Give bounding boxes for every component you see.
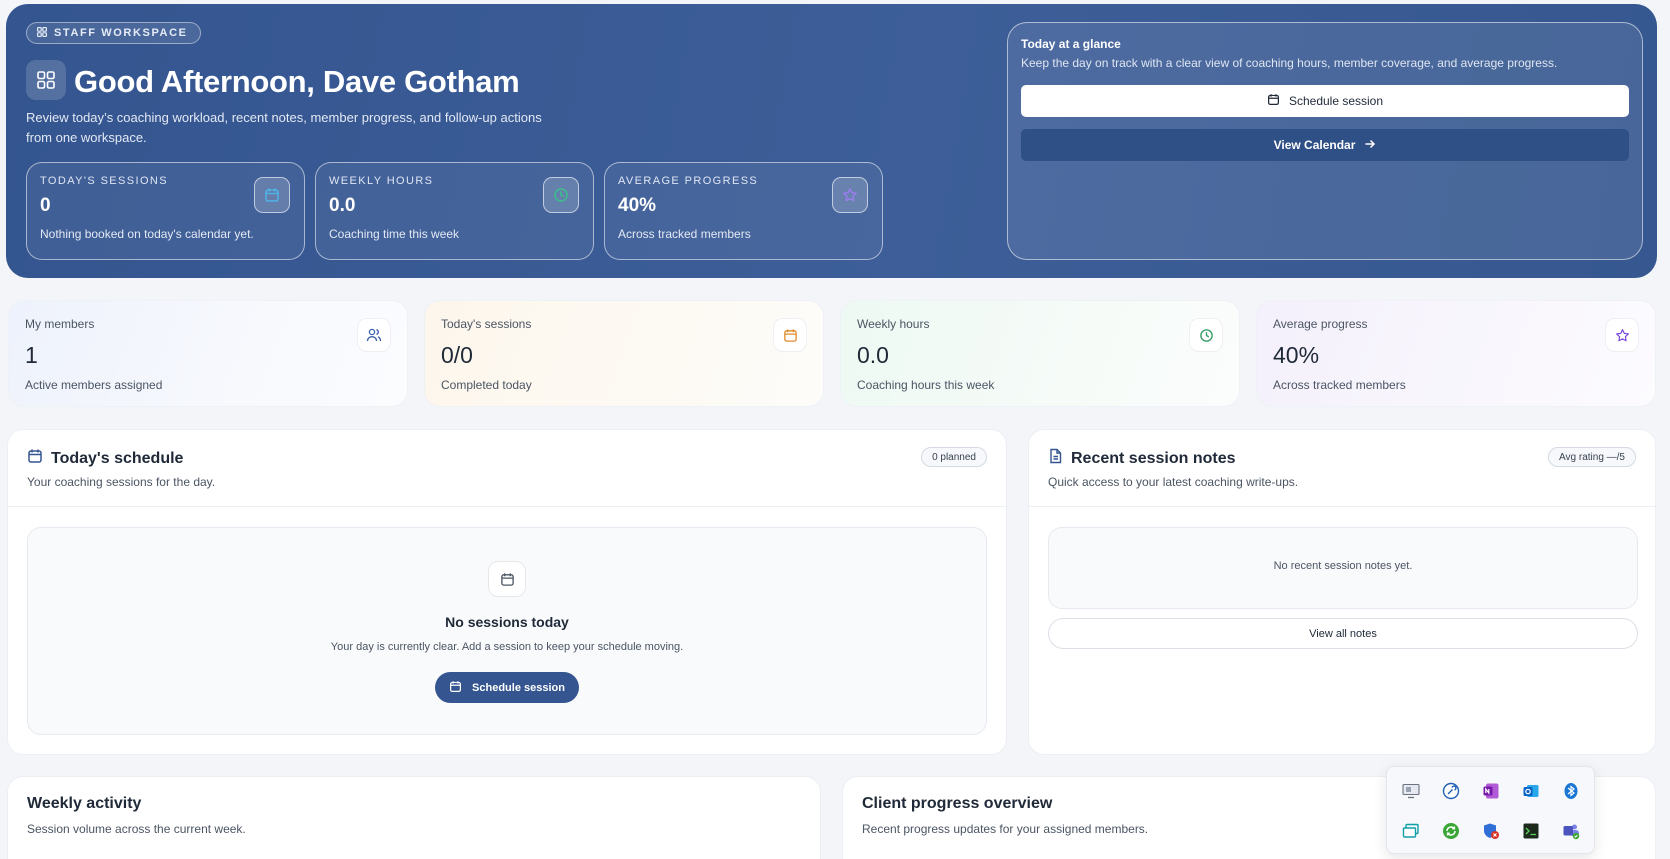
stat-card-sub: Across tracked members bbox=[1273, 378, 1406, 392]
stat-card-value: 0/0 bbox=[441, 342, 473, 368]
clock-icon bbox=[543, 177, 579, 213]
workspace-pill: STAFF WORKSPACE bbox=[26, 22, 201, 44]
calendar-icon bbox=[449, 680, 462, 696]
stat-card-label: Average progress bbox=[1273, 317, 1368, 331]
stat-card-hours: Weekly hours 0.0 Coaching hours this wee… bbox=[840, 300, 1240, 407]
sync-icon[interactable] bbox=[1431, 811, 1471, 851]
document-icon bbox=[1048, 448, 1063, 469]
schedule-title: Today's schedule bbox=[27, 448, 183, 469]
stat-card-label: Today's sessions bbox=[441, 317, 532, 331]
hero-stat-progress: AVERAGE PROGRESS 40% Across tracked memb… bbox=[604, 162, 883, 260]
notes-title-text: Recent session notes bbox=[1071, 449, 1236, 467]
star-icon bbox=[1605, 318, 1639, 352]
today-at-a-glance: Today at a glance Keep the day on track … bbox=[1007, 22, 1643, 260]
windows-icon[interactable] bbox=[1391, 811, 1431, 851]
notes-subtitle: Quick access to your latest coaching wri… bbox=[1048, 475, 1299, 489]
view-calendar-button[interactable]: View Calendar bbox=[1021, 129, 1629, 161]
schedule-session-button[interactable]: Schedule session bbox=[435, 672, 579, 703]
system-tray-overflow bbox=[1386, 766, 1595, 854]
schedule-panel: Today's schedule Your coaching sessions … bbox=[7, 429, 1007, 755]
stat-card-sub: Coaching hours this week bbox=[857, 378, 995, 392]
stat-card-sessions: Today's sessions 0/0 Completed today bbox=[424, 300, 824, 407]
calendar-icon bbox=[1267, 93, 1280, 109]
calendar-icon bbox=[773, 318, 807, 352]
stat-card-value: 1 bbox=[25, 342, 38, 368]
schedule-title-text: Today's schedule bbox=[51, 449, 184, 467]
view-calendar-label: View Calendar bbox=[1273, 138, 1356, 152]
stat-card-value: 40% bbox=[1273, 342, 1320, 368]
security-icon[interactable] bbox=[1471, 811, 1511, 851]
stat-card-members: My members 1 Active members assigned bbox=[8, 300, 408, 407]
hero-stat-sessions: TODAY'S SESSIONS 0 Nothing booked on tod… bbox=[26, 162, 305, 260]
planned-badge: 0 planned bbox=[921, 447, 987, 467]
rating-badge: Avg rating —/5 bbox=[1548, 447, 1636, 467]
glance-description: Keep the day on track with a clear view … bbox=[1021, 56, 1558, 70]
hero-description: Review today’s coaching workload, recent… bbox=[26, 110, 542, 145]
schedule-subtitle: Your coaching sessions for the day. bbox=[27, 475, 216, 489]
calendar-icon bbox=[254, 177, 290, 213]
schedule-session-label: Schedule session bbox=[1288, 94, 1384, 108]
stat-card-sub: Active members assigned bbox=[25, 378, 163, 392]
onenote-icon[interactable] bbox=[1471, 771, 1511, 811]
divider bbox=[1029, 506, 1655, 507]
notes-panel: Recent session notes Quick access to you… bbox=[1028, 429, 1656, 755]
notes-empty-state: No recent session notes yet. bbox=[1048, 527, 1638, 609]
users-icon bbox=[357, 318, 391, 352]
schedule-session-button[interactable]: Schedule session bbox=[1021, 85, 1629, 117]
teams-icon[interactable] bbox=[1551, 811, 1591, 851]
tool-icon[interactable] bbox=[1431, 771, 1471, 811]
page-title: Good Afternoon, Dave Gotham bbox=[74, 64, 520, 99]
calendar-icon bbox=[27, 448, 43, 469]
divider bbox=[8, 506, 1006, 507]
outlook-icon[interactable] bbox=[1511, 771, 1551, 811]
hero-stat-sub: Across tracked members bbox=[618, 227, 751, 241]
workspace-pill-label: STAFF WORKSPACE bbox=[54, 27, 188, 39]
weekly-activity-panel: Weekly activity Session volume across th… bbox=[7, 776, 821, 859]
glance-title: Today at a glance bbox=[1021, 37, 1121, 51]
dashboard-icon bbox=[26, 60, 66, 100]
stat-card-label: Weekly hours bbox=[857, 317, 930, 331]
hero-banner: STAFF WORKSPACE Good Afternoon, Dave Got… bbox=[6, 4, 1657, 278]
remote-desktop-icon[interactable] bbox=[1391, 771, 1431, 811]
calendar-icon bbox=[488, 561, 526, 597]
weekly-activity-title: Weekly activity bbox=[27, 795, 142, 812]
hero-stat-sub: Nothing booked on today's calendar yet. bbox=[40, 227, 254, 241]
stat-card-value: 0.0 bbox=[857, 342, 889, 368]
bluetooth-icon[interactable] bbox=[1551, 771, 1591, 811]
notes-title: Recent session notes bbox=[1048, 448, 1236, 469]
arrow-right-icon bbox=[1364, 138, 1376, 153]
stat-card-sub: Completed today bbox=[441, 378, 532, 392]
terminal-icon[interactable] bbox=[1511, 811, 1551, 851]
weekly-activity-subtitle: Session volume across the current week. bbox=[27, 822, 246, 836]
notes-empty-text: No recent session notes yet. bbox=[1273, 560, 1413, 572]
clock-icon bbox=[1189, 318, 1223, 352]
star-icon bbox=[832, 177, 868, 213]
stat-card-progress: Average progress 40% Across tracked memb… bbox=[1256, 300, 1656, 407]
schedule-empty-state: No sessions today Your day is currently … bbox=[27, 527, 987, 735]
schedule-session-label: Schedule session bbox=[472, 681, 565, 694]
stat-card-label: My members bbox=[25, 317, 95, 331]
hero-stat-hours: WEEKLY HOURS 0.0 Coaching time this week bbox=[315, 162, 594, 260]
empty-title: No sessions today bbox=[445, 614, 569, 630]
hero-stat-sub: Coaching time this week bbox=[329, 227, 460, 241]
grid-icon bbox=[37, 26, 48, 40]
view-all-notes-button[interactable]: View all notes bbox=[1048, 618, 1638, 649]
client-progress-subtitle: Recent progress updates for your assigne… bbox=[862, 822, 1149, 836]
empty-description: Your day is currently clear. Add a sessi… bbox=[330, 641, 684, 653]
client-progress-title: Client progress overview bbox=[862, 795, 1053, 812]
